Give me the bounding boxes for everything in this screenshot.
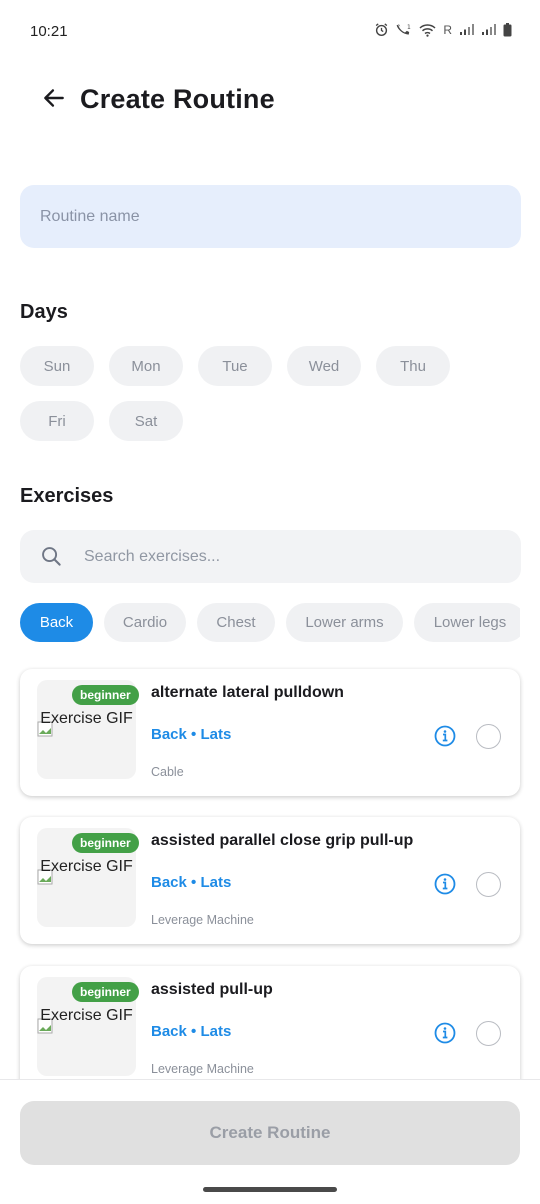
call-icon: 1 <box>395 22 413 37</box>
exercise-name: alternate lateral pulldown <box>151 684 344 701</box>
exercise-thumbnail: beginner Exercise GIF <box>37 977 139 1076</box>
info-icon[interactable] <box>434 1022 456 1044</box>
create-routine-button[interactable]: Create Routine <box>20 1101 520 1165</box>
filter-chip-lower-legs[interactable]: Lower legs <box>414 603 520 642</box>
info-icon[interactable] <box>434 873 456 895</box>
wifi-icon <box>419 23 436 37</box>
exercise-name: assisted pull-up <box>151 981 273 998</box>
exercise-card[interactable]: beginner Exercise GIF assisted parallel … <box>20 817 520 944</box>
day-chip-tue[interactable]: Tue <box>198 346 272 386</box>
arrow-left-icon <box>41 85 67 116</box>
filter-chip-back[interactable]: Back <box>20 603 93 642</box>
day-chip-wed[interactable]: Wed <box>287 346 361 386</box>
info-icon[interactable] <box>434 725 456 747</box>
difficulty-badge: beginner <box>72 982 139 1002</box>
battery-icon <box>503 22 512 37</box>
day-chip-fri[interactable]: Fri <box>20 401 94 441</box>
image-alt-text: Exercise GIF <box>40 1007 133 1024</box>
exercise-target: Back • Lats <box>151 726 232 743</box>
exercise-equipment: Cable <box>151 765 184 779</box>
exercise-target: Back • Lats <box>151 1023 232 1040</box>
day-chip-sun[interactable]: Sun <box>20 346 94 386</box>
exercise-card[interactable]: beginner Exercise GIF assisted pull-up B… <box>20 966 520 1093</box>
category-filter-row: Back Cardio Chest Lower arms Lower legs <box>20 603 520 643</box>
exercise-card[interactable]: beginner Exercise GIF alternate lateral … <box>20 669 520 796</box>
filter-chip-chest[interactable]: Chest <box>197 603 275 642</box>
signal-icon <box>459 23 475 36</box>
exercise-name: assisted parallel close grip pull-up <box>151 832 414 849</box>
day-chip-sat[interactable]: Sat <box>109 401 183 441</box>
exercise-target: Back • Lats <box>151 874 232 891</box>
image-alt-text: Exercise GIF <box>40 710 133 727</box>
difficulty-badge: beginner <box>72 685 139 705</box>
filter-chip-cardio[interactable]: Cardio <box>104 603 186 642</box>
svg-text:1: 1 <box>407 24 411 31</box>
status-bar: 10:21 1 R <box>0 0 540 64</box>
day-chip-thu[interactable]: Thu <box>376 346 450 386</box>
status-time: 10:21 <box>30 23 68 40</box>
back-button[interactable] <box>36 82 72 118</box>
select-checkbox[interactable] <box>476 872 501 897</box>
page-title: Create Routine <box>80 84 275 114</box>
bottom-action-bar: Create Routine <box>0 1079 540 1204</box>
filter-chip-lower-arms[interactable]: Lower arms <box>286 603 403 642</box>
routine-name-input[interactable] <box>20 185 521 248</box>
exercise-equipment: Leverage Machine <box>151 913 254 927</box>
search-input[interactable] <box>84 530 504 583</box>
status-icons: 1 R <box>374 22 512 37</box>
header: Create Routine <box>0 78 540 124</box>
roaming-indicator: R <box>443 22 452 37</box>
exercises-section-title: Exercises <box>20 485 114 507</box>
days-section-title: Days <box>20 301 68 323</box>
alarm-icon <box>374 22 389 37</box>
exercise-thumbnail: beginner Exercise GIF <box>37 680 139 779</box>
select-checkbox[interactable] <box>476 724 501 749</box>
exercise-equipment: Leverage Machine <box>151 1062 254 1076</box>
signal-2-icon <box>481 23 497 36</box>
search-icon <box>40 545 63 573</box>
search-box <box>20 530 521 583</box>
day-chip-mon[interactable]: Mon <box>109 346 183 386</box>
image-alt-text: Exercise GIF <box>40 858 133 875</box>
select-checkbox[interactable] <box>476 1021 501 1046</box>
difficulty-badge: beginner <box>72 833 139 853</box>
home-indicator[interactable] <box>203 1187 337 1192</box>
exercise-thumbnail: beginner Exercise GIF <box>37 828 139 927</box>
